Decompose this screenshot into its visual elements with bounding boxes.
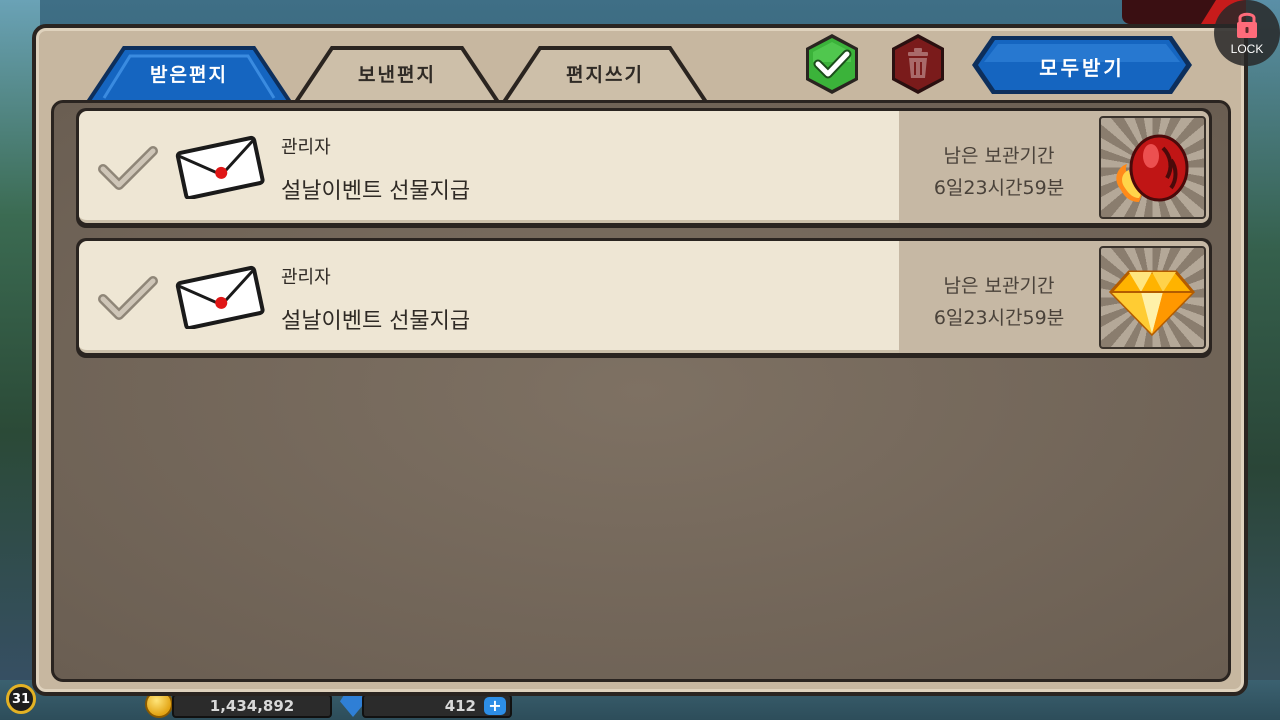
delete-button[interactable] [886, 32, 950, 96]
tab-label: 보낸편지 [358, 64, 436, 86]
level-badge: 31 [6, 684, 36, 714]
check-icon[interactable] [97, 275, 159, 323]
add-gem-button[interactable]: + [484, 697, 506, 715]
mail-row[interactable]: 관리자 설날이벤트 선물지급 남은 보관기간 6일23시간59분 [76, 108, 1212, 228]
mail-row[interactable]: 관리자 설날이벤트 선물지급 남은 보관기간 6일23시간59분 [76, 238, 1212, 358]
tab-label: 받은편지 [150, 64, 228, 86]
receive-all-button[interactable]: 모두받기 [970, 34, 1194, 96]
reward-box[interactable] [1099, 246, 1206, 349]
trash-icon [892, 34, 944, 94]
check-icon [806, 34, 858, 94]
mail-sender: 관리자 [281, 137, 331, 158]
expiry-label: 남은 보관기간 [943, 145, 1055, 167]
envelope-icon [175, 135, 265, 199]
tab-label: 편지쓰기 [566, 64, 644, 86]
mail-sender: 관리자 [281, 267, 331, 288]
expiry-label: 남은 보관기간 [943, 275, 1055, 297]
reward-slot[interactable] [1099, 241, 1209, 353]
check-icon[interactable] [97, 145, 159, 193]
tab-received[interactable]: 받은편지 [84, 44, 294, 104]
flame-egg-icon [1116, 134, 1189, 202]
diamond-icon [1108, 270, 1196, 337]
expiry-time: 6일23시간59분 [933, 177, 1065, 199]
mail-expiry: 남은 보관기간 6일23시간59분 [899, 241, 1099, 353]
mailbox-panel: 받은편지 보낸편지 편지쓰기 모두받기 관리자 설날이벤트 선물지급 남은 보관… [32, 24, 1248, 696]
mail-subject: 설날이벤트 선물지급 [281, 179, 471, 204]
mail-row-body[interactable]: 관리자 설날이벤트 선물지급 [79, 241, 899, 353]
lock-icon [1237, 12, 1257, 38]
envelope-icon [175, 265, 265, 329]
lock-button[interactable]: LOCK [1214, 0, 1280, 66]
reward-slot[interactable] [1099, 111, 1209, 223]
reward-box[interactable] [1099, 116, 1206, 219]
gold-counter: 1,434,892 [172, 694, 332, 718]
lock-label: LOCK [1230, 42, 1264, 56]
mail-expiry: 남은 보관기간 6일23시간59분 [899, 111, 1099, 223]
receive-all-label: 모두받기 [1039, 56, 1125, 80]
tab-write[interactable]: 편지쓰기 [500, 44, 710, 104]
select-all-button[interactable] [800, 32, 864, 96]
tab-sent[interactable]: 보낸편지 [292, 44, 502, 104]
expiry-time: 6일23시간59분 [933, 307, 1065, 329]
mail-row-body[interactable]: 관리자 설날이벤트 선물지급 [79, 111, 899, 223]
mail-subject: 설날이벤트 선물지급 [281, 309, 471, 334]
